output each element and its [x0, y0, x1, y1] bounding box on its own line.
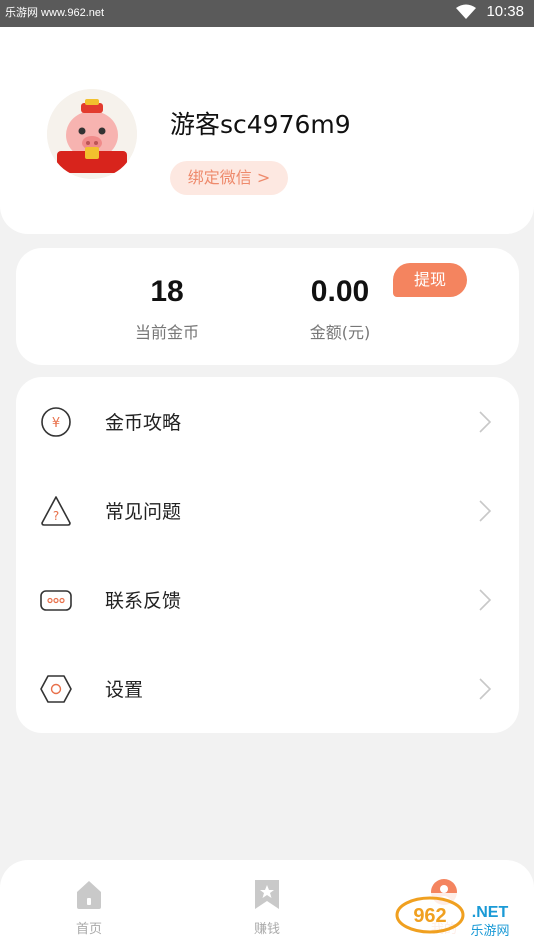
coins-value: 18 — [150, 275, 184, 308]
menu-item-feedback[interactable]: 联系反馈 — [16, 555, 519, 644]
menu-item-label: 联系反馈 — [105, 590, 182, 612]
status-time: 10:38 — [486, 3, 524, 20]
nav-label: 赚钱 — [253, 922, 280, 937]
pig-avatar-icon — [47, 89, 137, 179]
watermark-logo: 962 .NET 乐游网 — [394, 893, 526, 941]
wifi-icon — [456, 4, 477, 19]
nav-item-home[interactable]: 首页 — [59, 878, 119, 937]
svg-text:?: ? — [53, 509, 59, 523]
chevron-right-icon — [479, 678, 492, 700]
nav-item-earn[interactable]: 赚钱 — [237, 878, 297, 937]
chevron-right-icon — [479, 500, 492, 522]
money-label: 金额(元) — [309, 323, 371, 342]
status-bar: 乐游网 www.962.net 10:38 — [0, 0, 534, 27]
bookmark-star-icon — [255, 880, 279, 909]
svg-text:.NET: .NET — [472, 904, 509, 921]
withdraw-button[interactable]: 提现 — [393, 263, 467, 297]
menu-item-label: 设置 — [105, 679, 144, 701]
menu-item-coin-guide[interactable]: ¥ 金币攻略 — [16, 377, 519, 466]
svg-text:962: 962 — [413, 905, 446, 927]
chat-bubble-icon — [40, 590, 72, 611]
bind-wechat-button[interactable]: 绑定微信 > — [170, 161, 288, 195]
menu-item-label: 常见问题 — [105, 501, 182, 523]
money-stat: 0.00 金额(元) — [270, 275, 410, 343]
svg-text:乐游网: 乐游网 — [470, 924, 509, 939]
settings-hexagon-icon — [40, 675, 72, 703]
question-triangle-icon: ? — [41, 496, 71, 526]
chevron-right-icon — [479, 589, 492, 611]
menu-item-faq[interactable]: ? 常见问题 — [16, 466, 519, 555]
watermark-icon: 962 .NET 乐游网 — [395, 896, 510, 939]
chevron-right-icon — [479, 411, 492, 433]
username: 游客sc4976m9 — [170, 110, 351, 139]
menu-item-settings[interactable]: 设置 — [16, 644, 519, 733]
home-icon — [77, 881, 101, 909]
profile-header: 游客sc4976m9 绑定微信 > — [0, 27, 534, 234]
status-site-text: 乐游网 www.962.net — [5, 7, 105, 19]
yen-coin-icon: ¥ — [41, 407, 71, 437]
menu-item-label: 金币攻略 — [105, 412, 182, 434]
menu-card: ¥ 金币攻略 ? 常见问题 联系反馈 设置 — [16, 377, 519, 733]
nav-label: 首页 — [75, 922, 102, 937]
svg-text:¥: ¥ — [52, 416, 60, 431]
coins-label: 当前金币 — [134, 323, 199, 342]
coins-stat: 18 当前金币 — [97, 275, 237, 343]
avatar[interactable] — [47, 89, 137, 179]
money-value: 0.00 — [310, 275, 370, 308]
